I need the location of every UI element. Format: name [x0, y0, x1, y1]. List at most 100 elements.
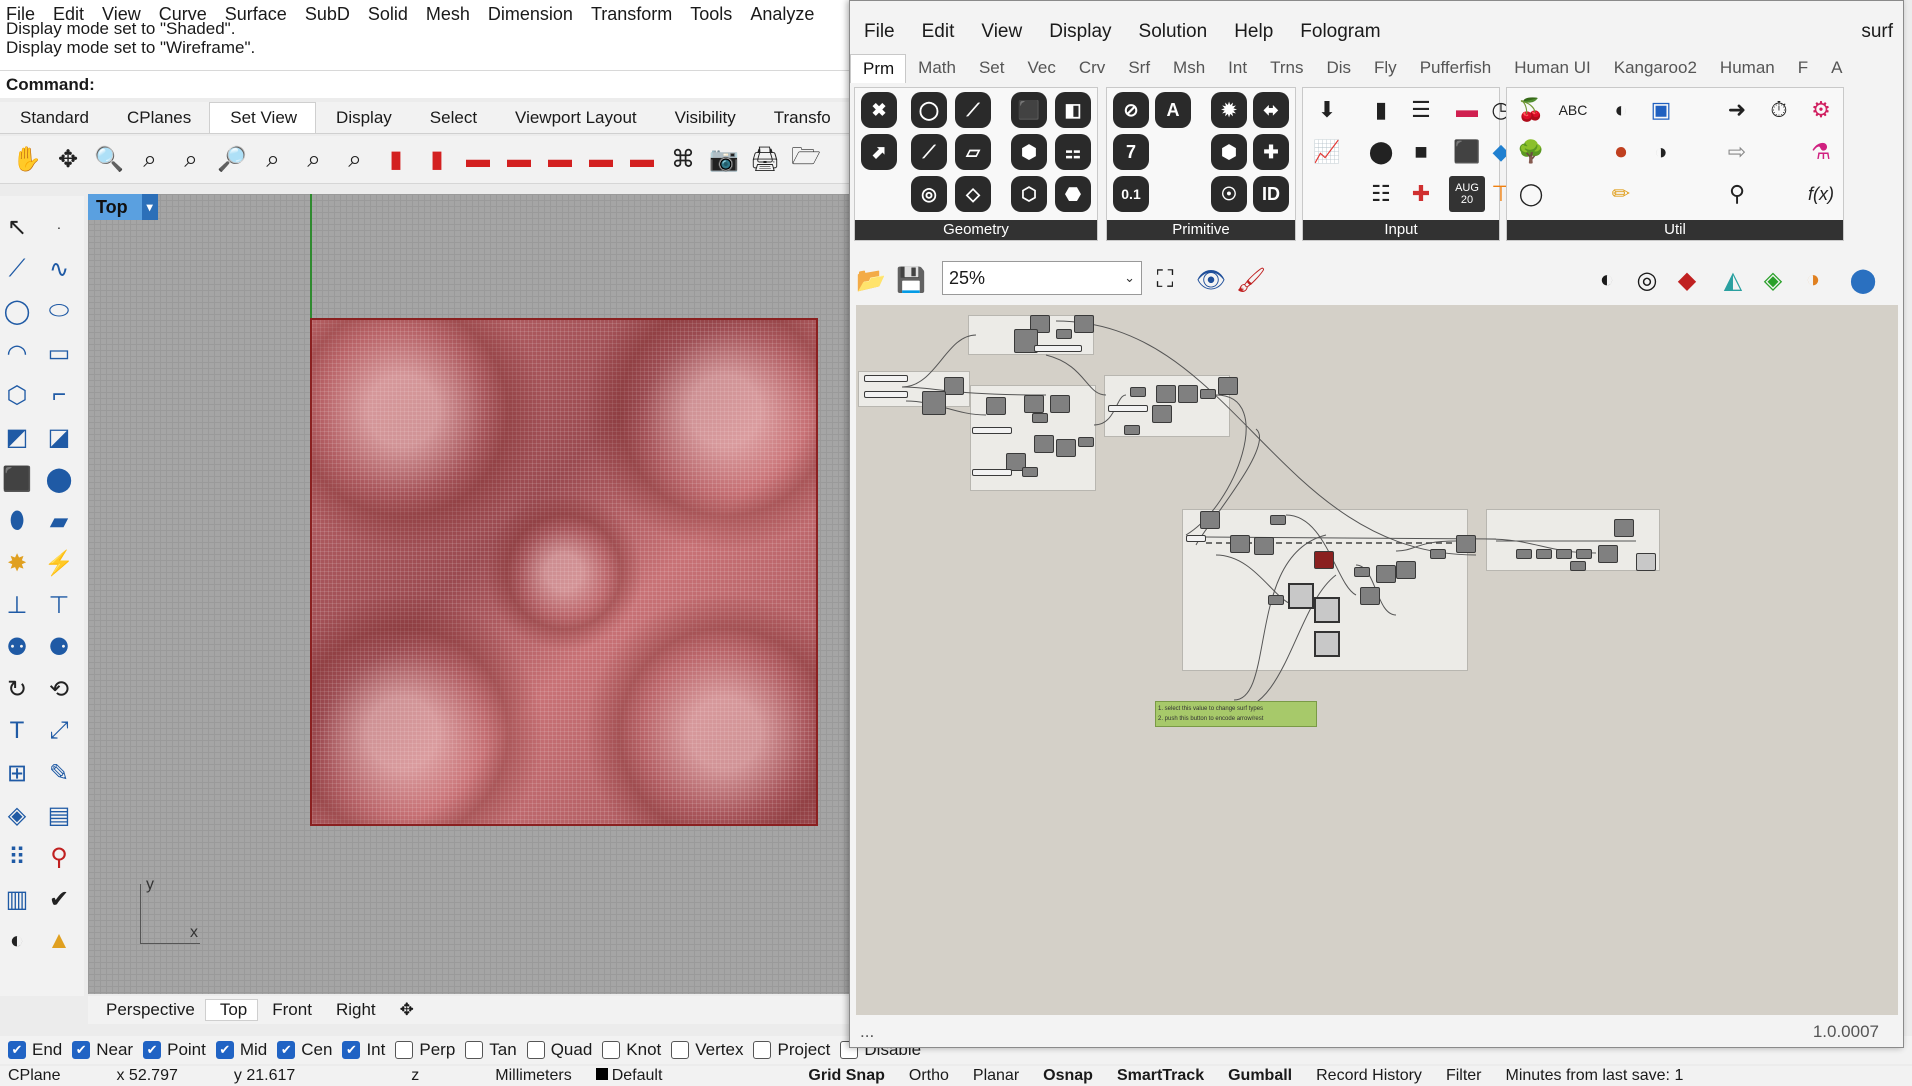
rotate-view-icon[interactable]: ✥ [51, 143, 85, 177]
osnap-near[interactable]: ✔ Near [72, 1040, 133, 1060]
gh-tab-srf[interactable]: Srf [1116, 58, 1161, 78]
status-smarttrack[interactable]: SmartTrack [1109, 1067, 1220, 1085]
gh-tab-int[interactable]: Int [1216, 58, 1258, 78]
layout-icon[interactable]: ▥ [0, 882, 34, 916]
extrude-surface-icon[interactable]: ◪ [42, 420, 76, 454]
gh-component[interactable] [1056, 329, 1072, 339]
gh-component[interactable] [1570, 561, 1586, 571]
mesh-param-icon[interactable]: ⬡ [1011, 176, 1047, 212]
domain-param-icon[interactable]: ⬌ [1253, 92, 1289, 128]
gh-component[interactable] [1200, 389, 1216, 399]
colour-param-icon[interactable]: ✹ [1211, 92, 1247, 128]
circle-icon[interactable]: ◯ [0, 294, 34, 328]
tab-standard[interactable]: Standard [0, 108, 107, 133]
plane-param-icon[interactable]: ▱ [955, 134, 991, 170]
gh-component[interactable] [1376, 565, 1396, 583]
integer-param-icon[interactable]: 7 [1113, 134, 1149, 170]
osnap-checkbox[interactable]: ✔ [342, 1041, 361, 1059]
gh-tab-msh[interactable]: Msh [1161, 58, 1216, 78]
curve-param-icon[interactable]: ⟋ [911, 134, 947, 170]
osnap-checkbox[interactable]: ✔ [143, 1041, 162, 1059]
graph-mapper-icon[interactable]: 📈 [1309, 134, 1345, 170]
guid-param-icon[interactable]: ID [1253, 176, 1289, 212]
osnap-checkbox[interactable] [526, 1041, 545, 1059]
viewport-tab-perspective[interactable]: Perspective [92, 1000, 205, 1020]
gh-menu-solution[interactable]: Solution [1125, 21, 1221, 43]
tab-cplanes[interactable]: CPlanes [107, 108, 209, 133]
graph-node[interactable] [1314, 631, 1340, 657]
osnap-checkbox[interactable]: ✔ [8, 1041, 26, 1059]
grid-array-icon[interactable]: ⠿ [0, 840, 34, 874]
digit-scroller-icon[interactable]: ■ [1403, 134, 1439, 170]
osnap-tan[interactable]: Tan [465, 1040, 517, 1060]
number-slider[interactable] [1108, 405, 1148, 412]
ring-icon[interactable]: ◯ [1513, 176, 1549, 212]
arc-icon[interactable]: ◠ [0, 336, 34, 370]
surface-param-icon[interactable]: ◧ [1055, 92, 1091, 128]
cluster-input-icon[interactable]: ▣ [1643, 92, 1679, 128]
osnap-checkbox[interactable] [465, 1041, 484, 1059]
zoom-selected-icon[interactable]: 🔎 [215, 143, 249, 177]
ruler-icon[interactable]: ▤ [42, 798, 76, 832]
view-back-icon[interactable]: ▮ [420, 143, 454, 177]
viewport-tab-right[interactable]: Right [322, 1000, 386, 1020]
gh-component[interactable] [1156, 385, 1176, 403]
osnap-end[interactable]: ✔ End [8, 1040, 62, 1060]
gh-tab-a[interactable]: A [1819, 58, 1853, 78]
osnap-quad[interactable]: Quad [526, 1040, 592, 1060]
text-icon[interactable]: T [0, 714, 34, 748]
circle-param-icon[interactable]: ◯ [911, 92, 947, 128]
zoom-window-icon[interactable]: ⌕ [174, 143, 208, 177]
gh-tab-vec[interactable]: Vec [1016, 58, 1067, 78]
spell-check-icon[interactable]: ABC [1555, 92, 1591, 128]
zoom-extents-icon[interactable]: ⌕ [133, 143, 167, 177]
panel-geometry-label[interactable]: Geometry [855, 220, 1097, 240]
gh-component[interactable] [1130, 387, 1146, 397]
gh-component[interactable] [1598, 545, 1618, 563]
gh-component[interactable] [1218, 377, 1238, 395]
cluster-icon[interactable]: ◐ [1603, 92, 1639, 128]
status-ortho[interactable]: Ortho [901, 1067, 965, 1085]
plane-icon[interactable]: ▰ [42, 504, 76, 538]
block-icon[interactable]: ⊞ [0, 756, 34, 790]
tab-viewport-layout[interactable]: Viewport Layout [495, 108, 655, 133]
zoom-level-dropdown[interactable]: 25% ⌄ [942, 261, 1142, 295]
panel-input-label[interactable]: Input [1303, 220, 1499, 240]
gh-component[interactable] [922, 391, 946, 415]
gh-menu-display[interactable]: Display [1035, 21, 1124, 43]
gh-tab-kangaroo2[interactable]: Kangaroo2 [1602, 58, 1708, 78]
mesh-icon[interactable]: ◈ [0, 798, 34, 832]
hollow-arrow-icon[interactable]: ⇨ [1719, 134, 1755, 170]
number-param-icon[interactable]: 0.1 [1113, 176, 1149, 212]
car-view-right-icon[interactable]: ▬ [543, 143, 577, 177]
save-file-icon[interactable]: 💾 [894, 263, 928, 297]
scale-icon[interactable]: ⤢ [42, 714, 76, 748]
graph-node[interactable] [1288, 583, 1314, 609]
gh-component[interactable] [1636, 553, 1656, 571]
gh-component[interactable] [1056, 439, 1076, 457]
chevron-down-icon[interactable]: ⌄ [1124, 262, 1135, 294]
gh-component[interactable] [1124, 425, 1140, 435]
chevron-down-icon[interactable]: ▾ [141, 194, 158, 220]
box-icon[interactable]: ⬛ [0, 462, 34, 496]
osnap-checkbox[interactable]: ✔ [277, 1041, 296, 1059]
subd-param-icon[interactable]: ⬣ [1055, 176, 1091, 212]
rotate-icon[interactable]: ↻ [0, 672, 34, 706]
status-units[interactable]: Millimeters [435, 1067, 587, 1085]
zoom-out-icon[interactable]: ⌕ [297, 143, 331, 177]
cluster-output-icon[interactable]: ◑ [1643, 134, 1679, 170]
md-slider-icon[interactable]: ✚ [1403, 176, 1439, 212]
gh-component[interactable] [1178, 385, 1198, 403]
mirror-icon[interactable]: ⟲ [42, 672, 76, 706]
gh-component[interactable] [1456, 535, 1476, 553]
rectangle-icon[interactable]: ▭ [42, 336, 76, 370]
gh-component-error[interactable] [1314, 551, 1334, 569]
number-slider[interactable] [1186, 535, 1206, 542]
osnap-vertex[interactable]: Vertex [671, 1040, 743, 1060]
dimension-icon[interactable]: ✎ [42, 756, 76, 790]
preview-selected-icon[interactable]: ◆ [1670, 263, 1704, 297]
osnap-checkbox[interactable] [753, 1041, 772, 1059]
time-param-icon[interactable]: ☉ [1211, 176, 1247, 212]
footer-ellipsis[interactable]: ... [860, 1022, 874, 1042]
panel-component-icon[interactable]: ⬇ [1309, 92, 1345, 128]
